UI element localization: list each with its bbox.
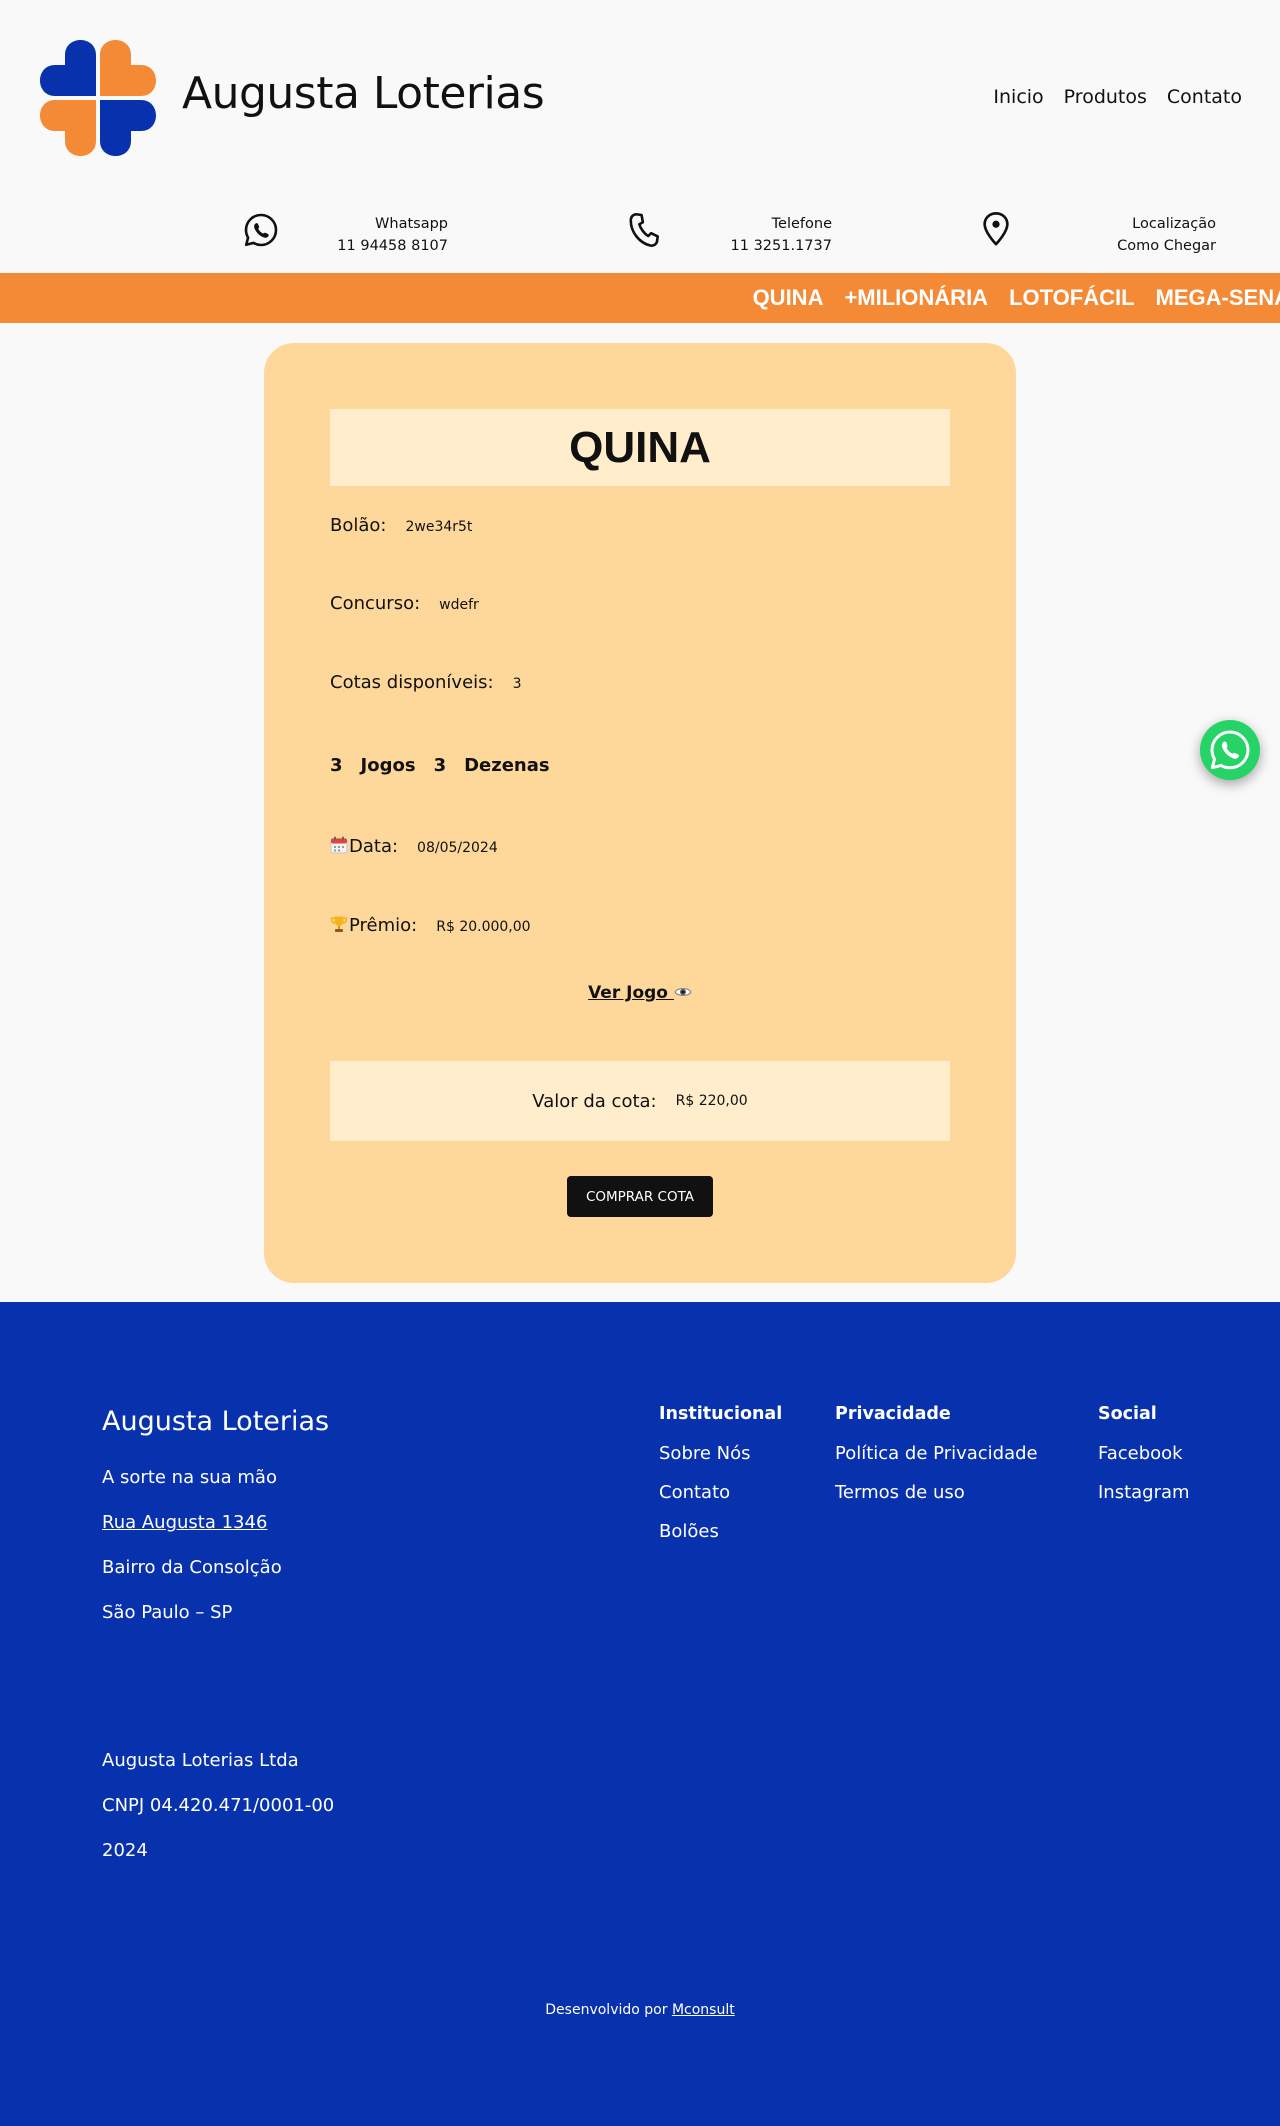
bolao-value: 2we34r5t (405, 519, 473, 535)
valor-cota-box: Valor da cota: R$ 220,00 (330, 1061, 950, 1141)
card-title-box: QUINA (330, 409, 950, 486)
footer-tagline: A sorte na sua mão (102, 1467, 277, 1488)
jogos-label: Jogos (360, 755, 416, 776)
footer-company: Augusta Loterias Ltda (102, 1750, 299, 1771)
dezenas-label: Dezenas (464, 755, 550, 776)
dezenas-count: 3 (433, 755, 447, 776)
site-title: Augusta Loterias (182, 68, 545, 119)
footer-col-social: Social Facebook Instagram (1098, 1404, 1190, 1521)
footer-link-boloes[interactable]: Bolões (659, 1521, 782, 1542)
footer-link-contato[interactable]: Contato (659, 1482, 782, 1503)
main-nav: Inicio Produtos Contato (993, 86, 1242, 108)
footer-col-institucional: Institucional Sobre Nós Contato Bolões (659, 1404, 782, 1560)
clover-logo-icon (40, 40, 156, 156)
phone-title: Telefone (771, 216, 832, 232)
bolao-card: QUINA Bolão: 2we34r5t Concurso: wdefr Co… (264, 343, 1016, 1283)
game-link-lotofacil[interactable]: LOTOFÁCIL (1009, 285, 1134, 311)
data-value: 08/05/2024 (417, 840, 498, 856)
phone-number: 11 3251.1737 (730, 238, 832, 254)
footer-district: Bairro da Consolção (102, 1557, 282, 1578)
bolao-label: Bolão: (330, 515, 387, 536)
location-title: Localização (1132, 216, 1216, 232)
footer-link-facebook[interactable]: Facebook (1098, 1443, 1190, 1464)
footer-city: São Paulo – SP (102, 1602, 233, 1623)
whatsapp-float-icon (1210, 730, 1250, 770)
footer-link-politica[interactable]: Política de Privacidade (835, 1443, 1038, 1464)
premio-row: Prêmio: R$ 20.000,00 (330, 915, 531, 936)
cotas-label: Cotas disponíveis: (330, 672, 494, 693)
premio-label: Prêmio: (349, 915, 418, 936)
developer-link[interactable]: Mconsult (672, 2002, 735, 2018)
calendar-icon (330, 836, 348, 854)
footer-col-privacidade: Privacidade Política de Privacidade Term… (835, 1404, 1038, 1521)
directions-link[interactable]: Como Chegar (1117, 235, 1216, 257)
footer-col-title: Privacidade (835, 1404, 951, 1424)
game-link-mega-sena[interactable]: MEGA-SENA (1156, 285, 1280, 311)
game-link-milionaria[interactable]: +MILIONÁRIA (844, 285, 988, 311)
data-row: Data: 08/05/2024 (330, 836, 498, 857)
jogos-dezenas-row: 3 Jogos 3 Dezenas (330, 755, 568, 776)
nav-produtos[interactable]: Produtos (1064, 86, 1147, 108)
eye-icon (674, 988, 692, 996)
footer-col-title: Institucional (659, 1404, 783, 1424)
nav-contato[interactable]: Contato (1167, 86, 1242, 108)
site-logo[interactable] (37, 37, 159, 159)
concurso-value: wdefr (439, 597, 479, 613)
whatsapp-icon[interactable] (243, 212, 279, 248)
footer-cnpj: CNPJ 04.420.471/0001-00 (102, 1795, 335, 1816)
footer-address-link[interactable]: Rua Augusta 1346 (102, 1512, 267, 1533)
phone-icon[interactable] (626, 212, 662, 248)
cotas-row: Cotas disponíveis: 3 (330, 672, 522, 693)
data-label: Data: (349, 836, 399, 857)
developer-credit-label: Desenvolvido por (545, 2002, 668, 2018)
premio-value: R$ 20.000,00 (436, 919, 531, 935)
whatsapp-number: 11 94458 8107 (337, 238, 448, 254)
card-title: QUINA (569, 423, 711, 472)
footer-year: 2024 (102, 1840, 148, 1861)
footer-link-instagram[interactable]: Instagram (1098, 1482, 1190, 1503)
valor-value: R$ 220,00 (675, 1093, 748, 1109)
concurso-label: Concurso: (330, 593, 421, 614)
footer-col-title: Social (1098, 1404, 1157, 1424)
whatsapp-title: Whatsapp (375, 216, 448, 232)
nav-inicio[interactable]: Inicio (993, 86, 1043, 108)
whatsapp-float-button[interactable] (1200, 720, 1260, 780)
location-contact[interactable]: Localização Como Chegar (1117, 213, 1216, 257)
trophy-icon (330, 916, 348, 932)
whatsapp-contact[interactable]: Whatsapp 11 94458 8107 (337, 213, 448, 257)
site-footer: Augusta Loterias A sorte na sua mão Rua … (0, 1302, 1280, 2126)
map-pin-icon[interactable] (978, 211, 1014, 247)
ver-jogo-wrapper: Ver Jogo (264, 983, 1016, 1003)
ver-jogo-link[interactable]: Ver Jogo (588, 983, 674, 1003)
jogos-count: 3 (330, 755, 343, 776)
games-menu-bar: QUINA +MILIONÁRIA LOTOFÁCIL MEGA-SENA (0, 273, 1280, 323)
concurso-row: Concurso: wdefr (330, 593, 479, 614)
footer-link-sobre-nos[interactable]: Sobre Nós (659, 1443, 782, 1464)
footer-brand: Augusta Loterias (102, 1406, 330, 1437)
bolao-row: Bolão: 2we34r5t (330, 515, 472, 536)
valor-label: Valor da cota: (532, 1090, 657, 1112)
game-link-quina[interactable]: QUINA (753, 285, 824, 311)
cotas-value: 3 (512, 676, 522, 692)
footer-link-termos[interactable]: Termos de uso (835, 1482, 1038, 1503)
developer-credit: Desenvolvido por Mconsult (0, 2002, 1280, 2018)
phone-contact[interactable]: Telefone 11 3251.1737 (731, 213, 832, 257)
comprar-cota-button[interactable]: COMPRAR COTA (567, 1176, 713, 1217)
ver-jogo-label: Ver Jogo (588, 983, 668, 1003)
